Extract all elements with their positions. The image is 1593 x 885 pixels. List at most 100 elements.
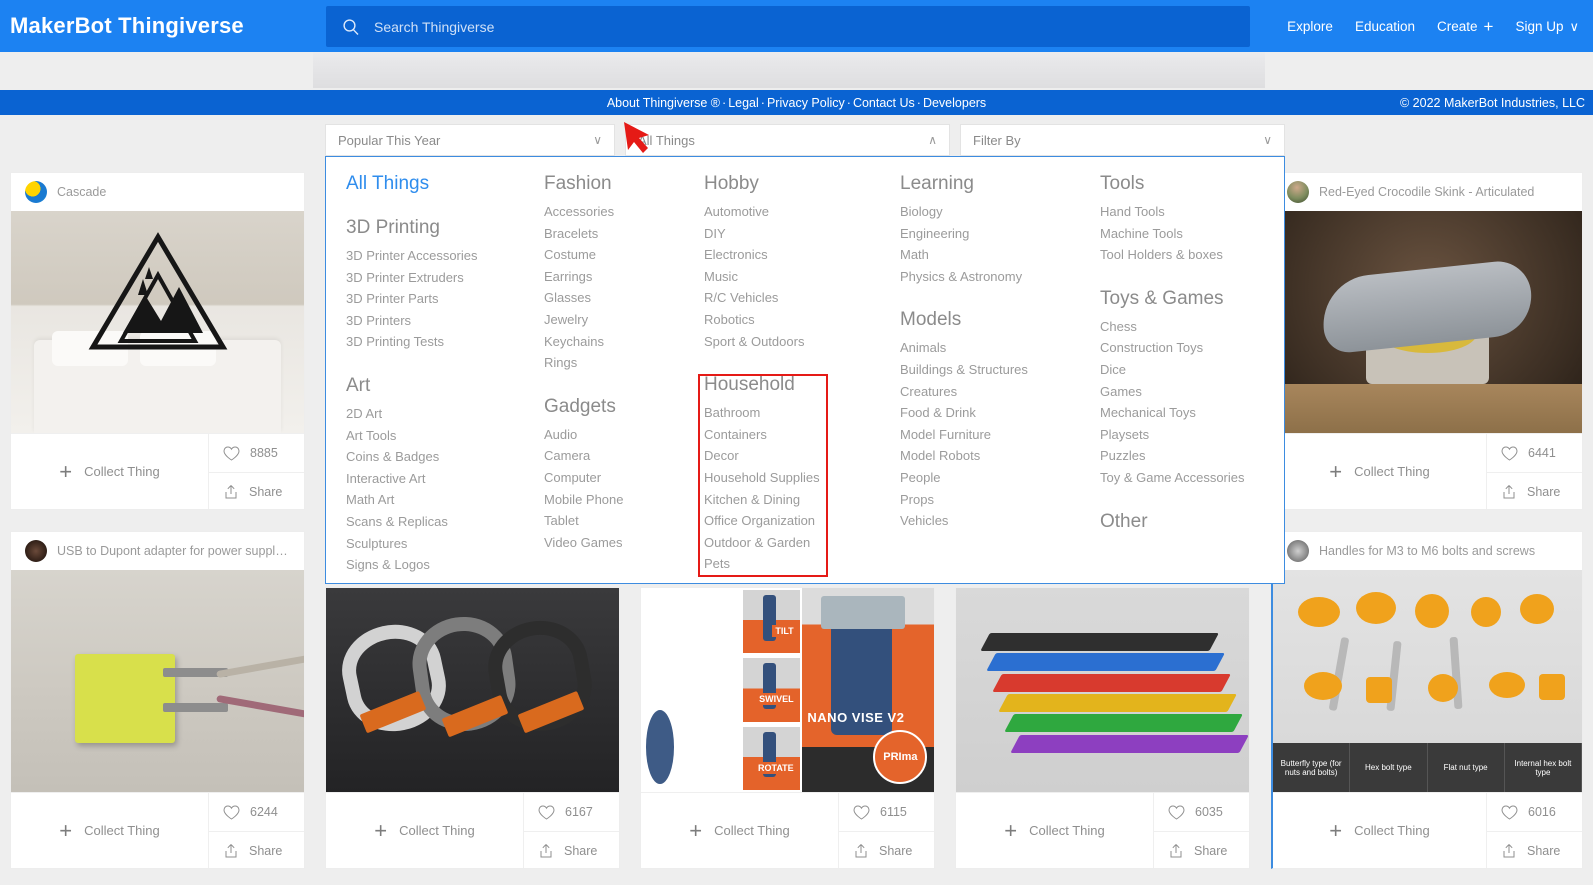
subcategory-music[interactable]: Music (704, 266, 900, 288)
like-button[interactable]: 6244 (209, 793, 304, 831)
card-title[interactable]: Handles for M3 to M6 bolts and screws (1319, 544, 1535, 558)
card-thumbnail-image[interactable] (11, 570, 304, 792)
thing-card-color-blocks[interactable]: + Collect Thing 6035 Share (955, 587, 1250, 869)
category-other[interactable]: Other (1100, 511, 1280, 533)
thing-card-crocodile-skink[interactable]: Red-Eyed Crocodile Skink - Articulated +… (1271, 172, 1583, 510)
subcategory-costume[interactable]: Costume (544, 244, 704, 266)
share-button[interactable]: Share (839, 831, 934, 869)
card-thumbnail-image[interactable]: Butterfly type (for nuts and bolts) Hex … (1273, 570, 1582, 792)
like-button[interactable]: 6016 (1487, 793, 1582, 831)
subcategory-sculptures[interactable]: Sculptures (346, 533, 544, 555)
nav-education[interactable]: Education (1355, 19, 1415, 34)
search-bar[interactable] (326, 6, 1250, 47)
subcategory-camera[interactable]: Camera (544, 445, 704, 467)
thing-card-nano-vise[interactable]: NANO VISE V2 TILT SWIVEL ROTATE (640, 587, 935, 869)
subcategory-interactive-art[interactable]: Interactive Art (346, 468, 544, 490)
share-button[interactable]: Share (524, 831, 619, 869)
category-dropdown[interactable]: All Things ∧ (625, 124, 950, 156)
subcategory-playsets[interactable]: Playsets (1100, 424, 1280, 446)
category-3d-printing[interactable]: 3D Printing (346, 217, 544, 239)
subcategory-toy-game-accessories[interactable]: Toy & Game Accessories (1100, 467, 1280, 489)
card-title[interactable]: Red-Eyed Crocodile Skink - Articulated (1319, 185, 1534, 199)
link-contact-us[interactable]: Contact Us (853, 96, 915, 110)
collect-thing-button[interactable]: + Collect Thing (641, 793, 838, 868)
card-thumbnail-image[interactable] (956, 588, 1249, 792)
subcategory-3d-printer-parts[interactable]: 3D Printer Parts (346, 288, 544, 310)
subcategory-video-games[interactable]: Video Games (544, 532, 704, 554)
subcategory-physics-astronomy[interactable]: Physics & Astronomy (900, 266, 1100, 288)
subcategory-household-supplies[interactable]: Household Supplies (704, 467, 900, 489)
like-button[interactable]: 6035 (1154, 793, 1249, 831)
like-button[interactable]: 6115 (839, 793, 934, 831)
subcategory-construction-toys[interactable]: Construction Toys (1100, 337, 1280, 359)
category-toys-games[interactable]: Toys & Games (1100, 288, 1280, 310)
subcategory-model-robots[interactable]: Model Robots (900, 445, 1100, 467)
subcategory-sport-outdoors[interactable]: Sport & Outdoors (704, 331, 900, 353)
subcategory-office-organization[interactable]: Office Organization (704, 510, 900, 532)
subcategory-electronics[interactable]: Electronics (704, 244, 900, 266)
card-thumbnail-image[interactable] (1273, 211, 1582, 433)
subcategory-scans-replicas[interactable]: Scans & Replicas (346, 511, 544, 533)
collect-thing-button[interactable]: + Collect Thing (11, 793, 208, 868)
thing-card-bolt-handles[interactable]: Handles for M3 to M6 bolts and screws Bu… (1271, 531, 1583, 869)
subcategory-3d-printer-extruders[interactable]: 3D Printer Extruders (346, 267, 544, 289)
category-learning[interactable]: Learning (900, 173, 1100, 195)
thing-card-cascade[interactable]: Cascade + Collect Thing (10, 172, 305, 510)
subcategory-games[interactable]: Games (1100, 381, 1280, 403)
avatar[interactable] (25, 181, 47, 203)
like-button[interactable]: 8885 (209, 434, 304, 472)
subcategory-diy[interactable]: DIY (704, 223, 900, 245)
share-button[interactable]: Share (209, 472, 304, 510)
subcategory-outdoor-garden[interactable]: Outdoor & Garden (704, 532, 900, 554)
collect-thing-button[interactable]: + Collect Thing (11, 434, 208, 509)
avatar[interactable] (25, 540, 47, 562)
collect-thing-button[interactable]: + Collect Thing (1273, 793, 1486, 868)
subcategory-containers[interactable]: Containers (704, 424, 900, 446)
subcategory-rc-vehicles[interactable]: R/C Vehicles (704, 287, 900, 309)
avatar[interactable] (1287, 540, 1309, 562)
subcategory-food-drink[interactable]: Food & Drink (900, 402, 1100, 424)
thing-card-shackles[interactable]: + Collect Thing 6167 Share (325, 587, 620, 869)
subcategory-dice[interactable]: Dice (1100, 359, 1280, 381)
subcategory-chess[interactable]: Chess (1100, 316, 1280, 338)
share-button[interactable]: Share (1487, 472, 1582, 510)
link-legal[interactable]: Legal (728, 96, 759, 110)
collect-thing-button[interactable]: + Collect Thing (956, 793, 1153, 868)
thing-card-usb-adapter[interactable]: USB to Dupont adapter for power supply 5… (10, 531, 305, 869)
subcategory-earrings[interactable]: Earrings (544, 266, 704, 288)
subcategory-biology[interactable]: Biology (900, 201, 1100, 223)
like-button[interactable]: 6167 (524, 793, 619, 831)
collect-thing-button[interactable]: + Collect Thing (1273, 434, 1486, 509)
share-button[interactable]: Share (1154, 831, 1249, 869)
collect-thing-button[interactable]: + Collect Thing (326, 793, 523, 868)
subcategory-mechanical-toys[interactable]: Mechanical Toys (1100, 402, 1280, 424)
card-thumbnail-image[interactable]: NANO VISE V2 TILT SWIVEL ROTATE (641, 588, 934, 792)
category-art[interactable]: Art (346, 375, 544, 397)
subcategory-kitchen-dining[interactable]: Kitchen & Dining (704, 489, 900, 511)
subcategory-math-art[interactable]: Math Art (346, 489, 544, 511)
card-thumbnail-image[interactable] (11, 211, 304, 433)
subcategory-animals[interactable]: Animals (900, 337, 1100, 359)
subcategory-hand-tools[interactable]: Hand Tools (1100, 201, 1280, 223)
site-logo[interactable]: MakerBot Thingiverse (10, 13, 244, 39)
card-title[interactable]: USB to Dupont adapter for power supply 5… (57, 544, 290, 558)
subcategory-props[interactable]: Props (900, 489, 1100, 511)
search-input[interactable] (372, 6, 1250, 47)
card-thumbnail-image[interactable] (326, 588, 619, 792)
subcategory-bathroom[interactable]: Bathroom (704, 402, 900, 424)
category-all-things[interactable]: All Things (346, 173, 544, 195)
subcategory-automotive[interactable]: Automotive (704, 201, 900, 223)
subcategory-art-tools[interactable]: Art Tools (346, 425, 544, 447)
subcategory-mobile-phone[interactable]: Mobile Phone (544, 489, 704, 511)
subcategory-audio[interactable]: Audio (544, 424, 704, 446)
link-developers[interactable]: Developers (923, 96, 986, 110)
subcategory-2d-art[interactable]: 2D Art (346, 403, 544, 425)
category-hobby[interactable]: Hobby (704, 173, 900, 195)
category-household[interactable]: Household (704, 374, 900, 396)
subcategory-tool-holders-boxes[interactable]: Tool Holders & boxes (1100, 244, 1280, 266)
sort-dropdown[interactable]: Popular This Year ∨ (325, 124, 615, 156)
link-about-thingiverse[interactable]: About Thingiverse ® (607, 96, 720, 110)
avatar[interactable] (1287, 181, 1309, 203)
subcategory-model-furniture[interactable]: Model Furniture (900, 424, 1100, 446)
nav-sign-up[interactable]: Sign Up ∨ (1515, 19, 1579, 34)
